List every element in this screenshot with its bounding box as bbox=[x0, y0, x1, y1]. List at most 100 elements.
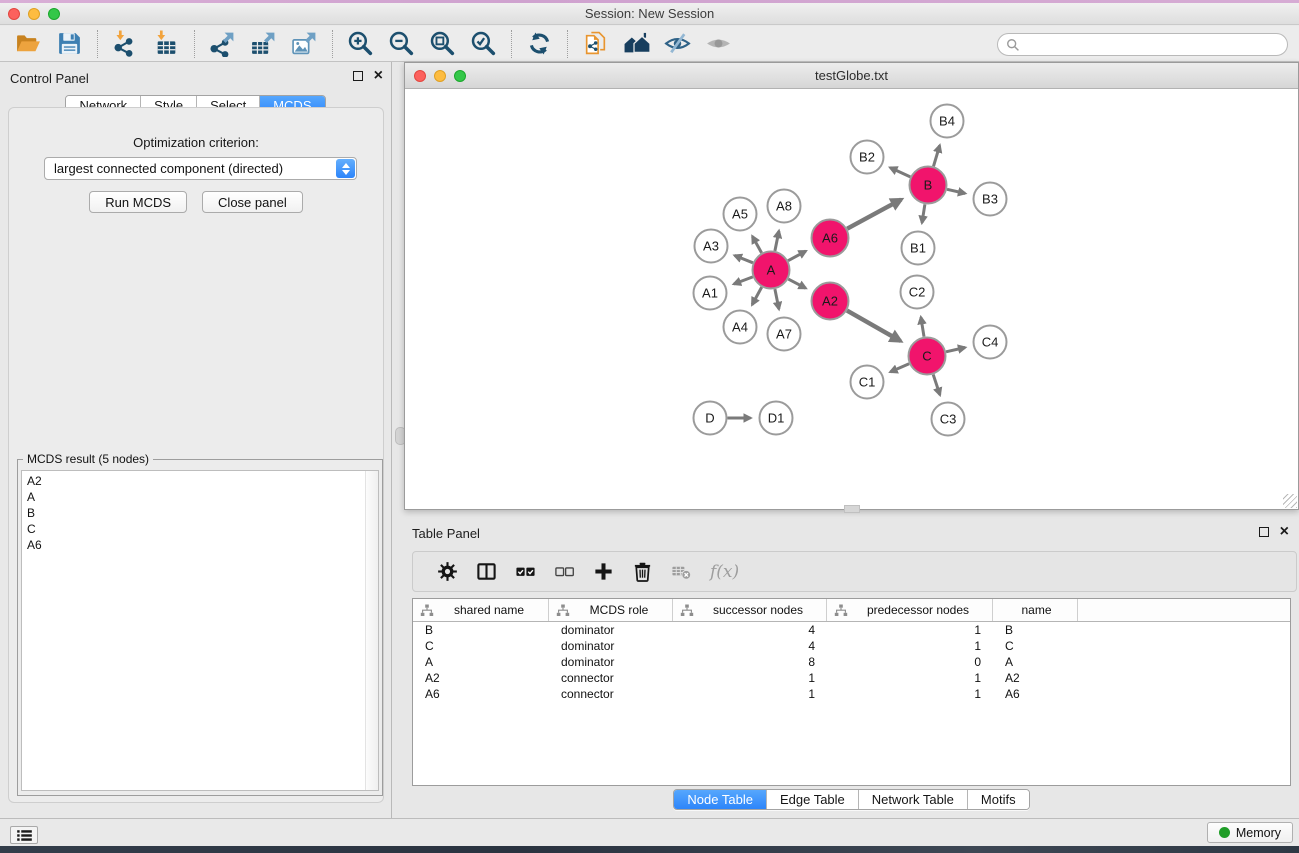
memory-button[interactable]: Memory bbox=[1207, 822, 1293, 843]
export-table-button[interactable] bbox=[250, 30, 277, 57]
graph-node-B1[interactable]: B1 bbox=[902, 232, 935, 265]
zoom-in-button[interactable] bbox=[347, 30, 374, 57]
graph-node-A7[interactable]: A7 bbox=[768, 318, 801, 351]
network-canvas[interactable]: A B C A2 A6 A1 A3 A4 A5 A7 A8 B1 B2 B3 B4 C1 C2 C3 C4 D D1 bbox=[405, 89, 1298, 509]
add-button[interactable] bbox=[593, 561, 614, 582]
graph-node-D[interactable]: D bbox=[694, 402, 727, 435]
graph-edge-A-A2[interactable] bbox=[788, 279, 805, 288]
graph-edge-B-B4[interactable] bbox=[934, 145, 940, 166]
import-network-button[interactable] bbox=[112, 30, 139, 57]
graph-node-A2[interactable]: A2 bbox=[812, 283, 849, 320]
tab-motifs[interactable]: Motifs bbox=[967, 790, 1029, 809]
graph-edge-C-C2[interactable] bbox=[921, 317, 924, 337]
close-table-panel-icon[interactable] bbox=[1280, 527, 1289, 537]
graph-edge-A-A8[interactable] bbox=[775, 231, 779, 251]
mcds-result-item[interactable]: A6 bbox=[27, 537, 362, 553]
float-panel-icon[interactable] bbox=[353, 71, 363, 81]
eye-slash-button[interactable] bbox=[664, 30, 691, 57]
graph-node-A[interactable]: A bbox=[753, 252, 790, 289]
graph-edge-B-B1[interactable] bbox=[922, 204, 925, 223]
run-mcds-button[interactable]: Run MCDS bbox=[89, 191, 187, 213]
graph-node-C3[interactable]: C3 bbox=[932, 403, 965, 436]
graph-edge-C-C4[interactable] bbox=[946, 348, 965, 352]
houses-button[interactable] bbox=[623, 30, 650, 57]
graph-edge-C-C3[interactable] bbox=[933, 375, 940, 395]
column-header-predecessor-nodes[interactable]: predecessor nodes bbox=[827, 599, 993, 621]
open-folder-button[interactable] bbox=[15, 30, 42, 57]
columns-button[interactable] bbox=[476, 561, 497, 582]
graph-edge-A2-C[interactable] bbox=[847, 311, 901, 341]
graph-node-C1[interactable]: C1 bbox=[851, 366, 884, 399]
trash-button[interactable] bbox=[632, 561, 653, 582]
select-all-button[interactable] bbox=[515, 561, 536, 582]
network-horizontal-scrollbar[interactable] bbox=[844, 505, 860, 513]
mcds-result-item[interactable]: C bbox=[27, 521, 362, 537]
column-header-mcds-role[interactable]: MCDS role bbox=[549, 599, 673, 621]
task-history-button[interactable] bbox=[10, 826, 38, 844]
export-image-button[interactable] bbox=[291, 30, 318, 57]
graph-edge-A-A6[interactable] bbox=[788, 251, 806, 261]
graph-node-D1[interactable]: D1 bbox=[760, 402, 793, 435]
graph-node-C2[interactable]: C2 bbox=[901, 276, 934, 309]
graph-edge-A-A7[interactable] bbox=[775, 289, 779, 309]
graph-node-B2[interactable]: B2 bbox=[851, 141, 884, 174]
graph-node-C[interactable]: C bbox=[909, 338, 946, 375]
graph-node-A6[interactable]: A6 bbox=[812, 220, 849, 257]
search-box[interactable] bbox=[997, 33, 1288, 56]
delete-table-button[interactable] bbox=[671, 561, 692, 582]
export-network-button[interactable] bbox=[209, 30, 236, 57]
graph-node-B3[interactable]: B3 bbox=[974, 183, 1007, 216]
table-row[interactable]: Adominator80A bbox=[413, 654, 1290, 670]
table-row[interactable]: A2connector11A2 bbox=[413, 670, 1290, 686]
tab-edge-table[interactable]: Edge Table bbox=[766, 790, 858, 809]
zoom-selected-button[interactable] bbox=[470, 30, 497, 57]
graph-edge-A-A1[interactable] bbox=[734, 277, 753, 284]
list-scrollbar[interactable] bbox=[365, 471, 378, 790]
eye-button[interactable] bbox=[705, 30, 732, 57]
graph-node-A5[interactable]: A5 bbox=[724, 198, 757, 231]
table-row[interactable]: A6connector11A6 bbox=[413, 686, 1290, 702]
column-header-successor-nodes[interactable]: successor nodes bbox=[673, 599, 827, 621]
network-window-titlebar[interactable]: testGlobe.txt bbox=[405, 63, 1298, 89]
graph-edge-B-B3[interactable] bbox=[947, 189, 965, 193]
save-button[interactable] bbox=[56, 30, 83, 57]
graph-edge-A-A3[interactable] bbox=[735, 256, 753, 263]
graph-edge-A6-B[interactable] bbox=[847, 200, 901, 229]
graph-node-C4[interactable]: C4 bbox=[974, 326, 1007, 359]
optimization-criterion-dropdown[interactable]: largest connected component (directed) bbox=[44, 157, 357, 180]
close-panel-button[interactable]: Close panel bbox=[202, 191, 303, 213]
import-table-button[interactable] bbox=[153, 30, 180, 57]
zoom-fit-button[interactable] bbox=[429, 30, 456, 57]
graph-node-B4[interactable]: B4 bbox=[931, 105, 964, 138]
graph-node-B[interactable]: B bbox=[910, 167, 947, 204]
search-input[interactable] bbox=[1025, 38, 1279, 52]
refresh-button[interactable] bbox=[526, 30, 553, 57]
column-header-name[interactable]: name bbox=[993, 599, 1078, 621]
column-header-filler bbox=[1078, 599, 1290, 621]
float-table-panel-icon[interactable] bbox=[1259, 527, 1269, 537]
graph-edge-A-A5[interactable] bbox=[752, 236, 761, 253]
graph-node-A4[interactable]: A4 bbox=[724, 311, 757, 344]
mcds-result-item[interactable]: B bbox=[27, 505, 362, 521]
gear-button[interactable] bbox=[437, 561, 458, 582]
graph-edge-B-B2[interactable] bbox=[890, 168, 910, 177]
tab-node-table[interactable]: Node Table bbox=[674, 790, 766, 809]
mcds-result-item[interactable]: A bbox=[27, 489, 362, 505]
graph-node-A1[interactable]: A1 bbox=[694, 277, 727, 310]
graph-edge-A-A4[interactable] bbox=[752, 287, 762, 305]
mcds-result-item[interactable]: A2 bbox=[27, 473, 362, 489]
tab-network-table[interactable]: Network Table bbox=[858, 790, 967, 809]
dropdown-stepper-icon[interactable] bbox=[336, 159, 355, 178]
clone-doc-button[interactable] bbox=[582, 30, 609, 57]
window-resize-grip[interactable] bbox=[1283, 494, 1297, 508]
fx-button[interactable]: f(x) bbox=[710, 562, 739, 582]
graph-edge-C-C1[interactable] bbox=[890, 364, 909, 372]
graph-node-A8[interactable]: A8 bbox=[768, 190, 801, 223]
column-header-shared-name[interactable]: shared name bbox=[413, 599, 549, 621]
deselect-all-button[interactable] bbox=[554, 561, 575, 582]
close-panel-icon[interactable] bbox=[374, 71, 383, 81]
table-row[interactable]: Cdominator41C bbox=[413, 638, 1290, 654]
table-row[interactable]: Bdominator41B bbox=[413, 622, 1290, 638]
zoom-out-button[interactable] bbox=[388, 30, 415, 57]
graph-node-A3[interactable]: A3 bbox=[695, 230, 728, 263]
